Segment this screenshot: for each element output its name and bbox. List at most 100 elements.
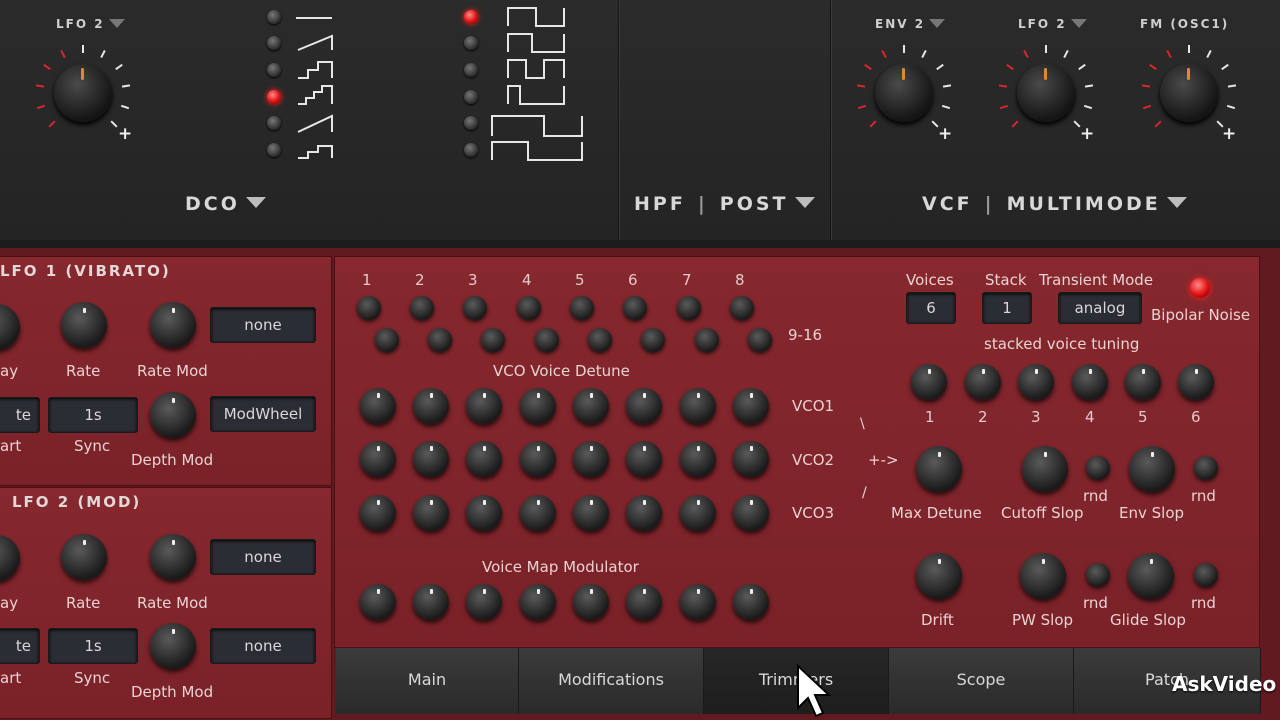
vco3-detune-knob[interactable] [573,495,609,531]
vco2-detune-knob[interactable] [466,441,502,477]
voice-knob[interactable] [535,328,559,352]
vco1-detune-knob[interactable] [626,388,662,424]
vco1-detune-knob[interactable] [466,388,502,424]
voice-knob[interactable] [463,296,487,320]
stack-tuning-knob[interactable] [1125,364,1161,400]
voice-knob[interactable] [677,296,701,320]
vcf-multimode-menu[interactable]: VCF | MULTIMODE [922,193,1187,215]
lfo2-depth-mod-knob[interactable] [150,623,196,669]
voice-map-knob[interactable] [680,584,716,620]
lfo2-vcf-knob[interactable] [1017,64,1075,122]
pulse-led-active[interactable] [464,10,478,24]
transient-mode-select[interactable]: analog [1058,292,1142,324]
lfo1-sync-select[interactable]: 1s [48,397,138,433]
voice-map-knob[interactable] [466,584,502,620]
bipolar-noise-toggle[interactable] [1190,278,1210,298]
vco2-detune-knob[interactable] [733,441,769,477]
voice-knob[interactable] [428,328,452,352]
pulse-led[interactable] [464,143,478,157]
voice-map-knob[interactable] [733,584,769,620]
env2-select[interactable]: ENV 2 [875,17,946,31]
pulse-led[interactable] [464,116,478,130]
lfo2-rate-mod-select[interactable]: none [210,539,316,575]
wave-led[interactable] [267,36,281,50]
lfo2-depth-mod-select[interactable]: none [210,628,316,664]
wave-led[interactable] [267,63,281,77]
wave-led[interactable] [267,116,281,130]
max-detune-knob[interactable] [916,446,962,492]
stack-tuning-knob[interactable] [965,364,1001,400]
wave-led-active[interactable] [267,90,281,104]
voice-knob[interactable] [748,328,772,352]
vco1-detune-knob[interactable] [573,388,609,424]
env-rnd-knob[interactable] [1194,456,1218,480]
pw-rnd-knob[interactable] [1086,563,1110,587]
pulse-led[interactable] [464,36,478,50]
lfo1-rate-knob[interactable] [61,302,107,348]
voice-knob[interactable] [730,296,754,320]
pulse-led[interactable] [464,63,478,77]
voice-knob[interactable] [357,296,381,320]
voice-knob[interactable] [375,328,399,352]
vco2-detune-knob[interactable] [413,441,449,477]
lfo2-vcf-select[interactable]: LFO 2 [1018,17,1087,31]
voice-map-knob[interactable] [573,584,609,620]
pulse-led[interactable] [464,90,478,104]
glide-slop-knob[interactable] [1128,553,1174,599]
pw-slop-knob[interactable] [1020,553,1066,599]
lfo2-sync-select[interactable]: 1s [48,628,138,664]
lfo1-start-select[interactable]: te [0,397,40,433]
cutoff-rnd-knob[interactable] [1086,456,1110,480]
lfo2-mod-select[interactable]: LFO 2 [56,17,125,31]
stack-tuning-knob[interactable] [1178,364,1214,400]
stack-tuning-knob[interactable] [1018,364,1054,400]
voice-map-knob[interactable] [520,584,556,620]
fm-osc1-knob[interactable] [1160,64,1218,122]
vco3-detune-knob[interactable] [626,495,662,531]
vco3-detune-knob[interactable] [413,495,449,531]
stack-select[interactable]: 1 [982,292,1032,324]
vco1-detune-knob[interactable] [520,388,556,424]
lfo1-depth-mod-knob[interactable] [150,392,196,438]
wave-led[interactable] [267,143,281,157]
voice-map-knob[interactable] [360,584,396,620]
vco3-detune-knob[interactable] [466,495,502,531]
lfo1-rate-mod-knob[interactable] [150,302,196,348]
vco2-detune-knob[interactable] [680,441,716,477]
voice-knob[interactable] [410,296,434,320]
vco2-detune-knob[interactable] [573,441,609,477]
lfo1-depth-mod-select[interactable]: ModWheel [210,396,316,432]
dco-menu[interactable]: DCO [185,193,266,215]
vco3-detune-knob[interactable] [680,495,716,531]
lfo2-rate-knob[interactable] [61,534,107,580]
tab-scope[interactable]: Scope [889,648,1074,714]
vco1-detune-knob[interactable] [680,388,716,424]
tab-main[interactable]: Main [336,648,519,714]
voice-knob[interactable] [588,328,612,352]
stack-tuning-knob[interactable] [1072,364,1108,400]
vco1-detune-knob[interactable] [413,388,449,424]
vco3-detune-knob[interactable] [733,495,769,531]
env2-amount-knob[interactable] [875,64,933,122]
voices-select[interactable]: 6 [906,292,956,324]
voice-knob[interactable] [641,328,665,352]
voice-knob[interactable] [481,328,505,352]
lfo2-rate-mod-knob[interactable] [150,534,196,580]
wave-led[interactable] [267,10,281,24]
drift-knob[interactable] [916,553,962,599]
vco2-detune-knob[interactable] [520,441,556,477]
stack-tuning-knob[interactable] [911,364,947,400]
vco1-detune-knob[interactable] [360,388,396,424]
voice-map-knob[interactable] [626,584,662,620]
vco3-detune-knob[interactable] [520,495,556,531]
voice-knob[interactable] [623,296,647,320]
voice-map-knob[interactable] [413,584,449,620]
voice-knob[interactable] [695,328,719,352]
hpf-post-menu[interactable]: HPF | POST [634,193,815,215]
tab-modifications[interactable]: Modifications [519,648,704,714]
voice-knob[interactable] [517,296,541,320]
vco2-detune-knob[interactable] [626,441,662,477]
lfo2-amount-knob[interactable] [54,64,112,122]
lfo1-rate-mod-select[interactable]: none [210,307,316,343]
vco1-detune-knob[interactable] [733,388,769,424]
